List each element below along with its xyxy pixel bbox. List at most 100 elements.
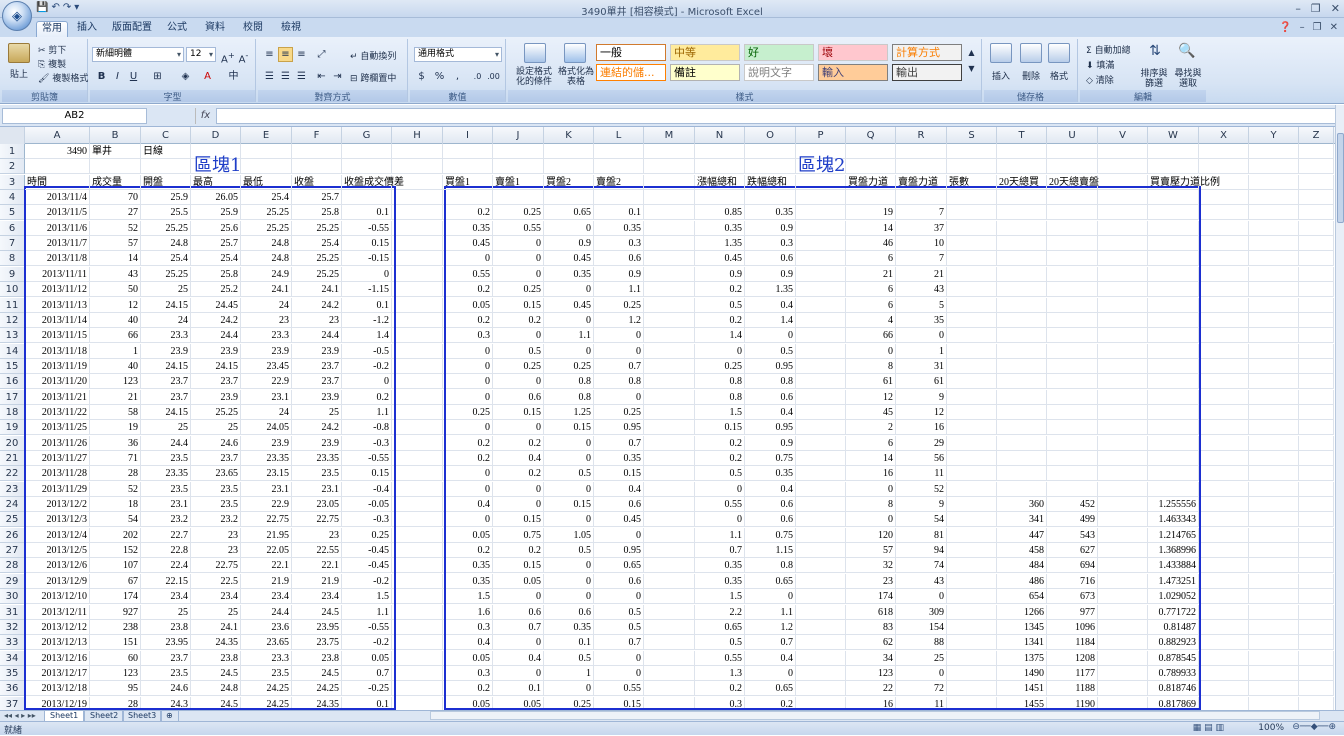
- cell-X35[interactable]: [1199, 665, 1249, 681]
- cell-H31[interactable]: [392, 604, 443, 620]
- find-select-button[interactable]: 尋找與選取: [1172, 69, 1204, 89]
- row-header-27[interactable]: 27: [0, 543, 25, 559]
- cell-H23[interactable]: [392, 481, 443, 497]
- cell-Y30[interactable]: [1249, 589, 1299, 605]
- column-header-I[interactable]: I: [443, 127, 493, 144]
- row-header-20[interactable]: 20: [0, 435, 25, 451]
- select-all-corner[interactable]: [0, 127, 25, 144]
- help-icon[interactable]: ❓: [1279, 22, 1291, 33]
- cell-W1[interactable]: [1148, 144, 1199, 159]
- cell-H24[interactable]: [392, 497, 443, 513]
- cell-Z34[interactable]: [1299, 650, 1334, 666]
- format-painter-button[interactable]: 🖌 複製格式: [38, 71, 88, 84]
- row-header-12[interactable]: 12: [0, 312, 25, 328]
- cell-X7[interactable]: [1199, 236, 1249, 252]
- cell-X37[interactable]: [1199, 696, 1249, 710]
- row-header-29[interactable]: 29: [0, 573, 25, 589]
- cell-R3[interactable]: 賣盤力道: [896, 174, 947, 190]
- cell-H21[interactable]: [392, 451, 443, 466]
- zoom-level[interactable]: 100%: [1258, 723, 1284, 733]
- cell-Y23[interactable]: [1249, 481, 1299, 497]
- row-header-31[interactable]: 31: [0, 604, 25, 620]
- cell-Z22[interactable]: [1299, 466, 1334, 482]
- row-header-36[interactable]: 36: [0, 681, 25, 697]
- cell-H35[interactable]: [392, 665, 443, 681]
- undo-icon[interactable]: ↶: [51, 2, 59, 13]
- worksheet-grid[interactable]: ABCDEFGHIJKLMNOPQRSTUVWXYZ 1 3490 單井 日線 2 3 時間…: [0, 127, 1335, 710]
- sort-filter-icon[interactable]: ⇅: [1144, 43, 1166, 63]
- cell-Z10[interactable]: [1299, 282, 1334, 298]
- row-header-25[interactable]: 25: [0, 512, 25, 528]
- delete-cells-icon[interactable]: [1020, 43, 1042, 63]
- minimize-workbook-icon[interactable]: –: [1300, 22, 1305, 33]
- align-middle-icon[interactable]: ≡: [278, 47, 293, 62]
- column-header-M[interactable]: M: [644, 127, 695, 144]
- cell-style-6[interactable]: 備註: [670, 64, 740, 81]
- fill-color-icon[interactable]: ◈: [178, 69, 193, 84]
- row-header-22[interactable]: 22: [0, 466, 25, 482]
- minimize-icon[interactable]: –: [1295, 2, 1301, 15]
- cell-T3[interactable]: 20天總買: [997, 174, 1047, 190]
- cell-X10[interactable]: [1199, 282, 1249, 298]
- name-box[interactable]: AB2: [2, 108, 147, 124]
- column-header-T[interactable]: T: [997, 127, 1047, 144]
- tab-view[interactable]: 檢視: [276, 21, 306, 37]
- cell-J3[interactable]: 賣盤1: [493, 174, 544, 190]
- cell-G1[interactable]: [342, 144, 392, 159]
- cell-J2[interactable]: [493, 159, 544, 175]
- font-size-select[interactable]: 12: [186, 47, 216, 62]
- cell-X6[interactable]: [1199, 220, 1249, 236]
- align-top-icon[interactable]: ≡: [262, 47, 277, 62]
- cell-H10[interactable]: [392, 282, 443, 298]
- cell-X9[interactable]: [1199, 266, 1249, 282]
- cell-X29[interactable]: [1199, 573, 1249, 589]
- format-cells-icon[interactable]: [1048, 43, 1070, 63]
- row-header-16[interactable]: 16: [0, 374, 25, 390]
- cell-X30[interactable]: [1199, 589, 1249, 605]
- cell-X17[interactable]: [1199, 389, 1249, 405]
- tab-insert[interactable]: 插入: [72, 21, 102, 37]
- cell-H14[interactable]: [392, 343, 443, 359]
- cell-H29[interactable]: [392, 573, 443, 589]
- cell-Z12[interactable]: [1299, 312, 1334, 328]
- sheet-nav-icons[interactable]: ◂◂ ◂ ▸ ▸▸: [4, 711, 36, 720]
- cell-H36[interactable]: [392, 681, 443, 697]
- cell-F2[interactable]: [292, 159, 342, 175]
- align-left-icon[interactable]: ☰: [262, 69, 277, 84]
- comma-icon[interactable]: ,: [450, 69, 465, 84]
- column-header-O[interactable]: O: [745, 127, 796, 144]
- format-as-table-icon[interactable]: [564, 43, 586, 63]
- row-header-34[interactable]: 34: [0, 650, 25, 666]
- cell-Z9[interactable]: [1299, 266, 1334, 282]
- cell-B1[interactable]: 單井: [90, 144, 141, 159]
- cell-N2[interactable]: [695, 159, 745, 175]
- row-header-28[interactable]: 28: [0, 558, 25, 574]
- cell-C1[interactable]: 日線: [141, 144, 191, 159]
- cell-Z8[interactable]: [1299, 251, 1334, 267]
- row-header-21[interactable]: 21: [0, 451, 25, 466]
- column-header-A[interactable]: A: [25, 127, 90, 144]
- cell-L1[interactable]: [594, 144, 644, 159]
- cell-X1[interactable]: [1199, 144, 1249, 159]
- column-header-X[interactable]: X: [1199, 127, 1249, 144]
- close-workbook-icon[interactable]: ✕: [1330, 22, 1338, 33]
- cell-Y5[interactable]: [1249, 205, 1299, 221]
- cell-K3[interactable]: 買盤2: [544, 174, 594, 190]
- cell-U3[interactable]: 20天總賣盤: [1047, 174, 1099, 190]
- cell-X5[interactable]: [1199, 205, 1249, 221]
- vertical-scrollbar[interactable]: [1335, 105, 1344, 710]
- cell-Y9[interactable]: [1249, 266, 1299, 282]
- align-bottom-icon[interactable]: ≡: [294, 47, 309, 62]
- cell-Y11[interactable]: [1249, 297, 1299, 313]
- cell-X23[interactable]: [1199, 481, 1249, 497]
- sort-filter-button[interactable]: 排序與篩選: [1138, 69, 1170, 89]
- cell-H37[interactable]: [392, 696, 443, 710]
- cell-I2[interactable]: [443, 159, 493, 175]
- cell-Z19[interactable]: [1299, 420, 1334, 436]
- cell-Z1[interactable]: [1299, 144, 1334, 159]
- cell-X20[interactable]: [1199, 435, 1249, 451]
- cell-H16[interactable]: [392, 374, 443, 390]
- tab-data[interactable]: 資料: [200, 21, 230, 37]
- cell-X19[interactable]: [1199, 420, 1249, 436]
- restore-workbook-icon[interactable]: ❐: [1313, 22, 1322, 33]
